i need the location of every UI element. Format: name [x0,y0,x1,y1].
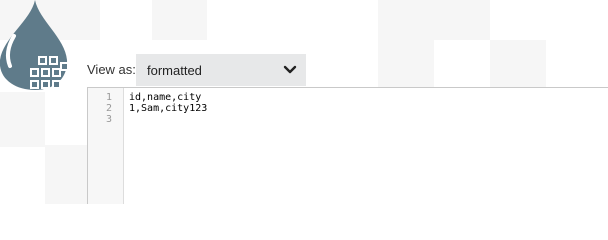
background-tile [152,0,207,40]
background-tile [45,145,87,204]
line-number-gutter: 1 2 3 [88,88,124,204]
view-as-label: View as: [87,62,136,77]
line-number: 3 [105,114,112,125]
view-mode-select[interactable]: formatted [136,54,306,86]
background-tile [434,0,490,40]
background-tile [0,92,45,147]
view-mode-value: formatted [147,62,202,78]
code-content[interactable]: id,name,city 1,Sam,city123 [124,88,608,204]
background-tile [490,40,546,87]
water-drop-logo-icon [0,0,69,90]
code-line[interactable]: id,name,city [129,92,608,103]
background-tile [378,40,434,87]
line-number: 1 [105,92,112,103]
line-number: 2 [105,103,112,114]
code-line[interactable]: 1,Sam,city123 [129,103,608,114]
background-tile [378,0,434,40]
code-line[interactable] [129,114,608,125]
chevron-down-icon [283,65,297,74]
code-editor[interactable]: 1 2 3 id,name,city 1,Sam,city123 [87,87,608,204]
